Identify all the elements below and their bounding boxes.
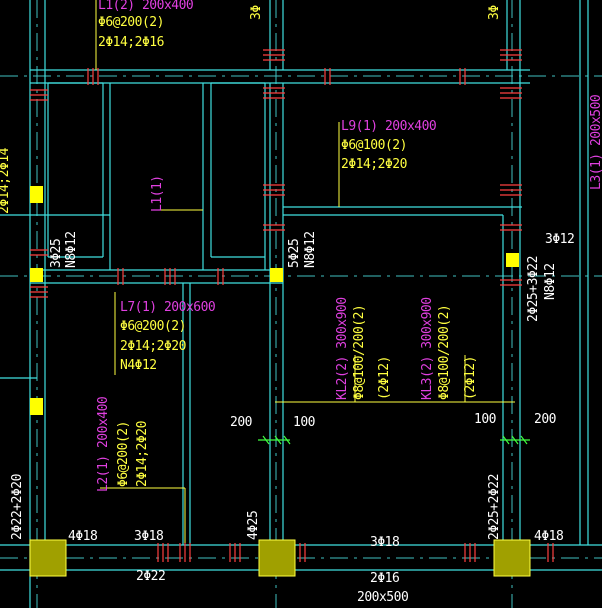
l3-1-edge-name: L3(1) 200x500 bbox=[589, 94, 602, 190]
l7-1-waist: N4Φ12 bbox=[120, 358, 157, 373]
top-mid-clip: 3Φ bbox=[249, 5, 264, 20]
l9-1-stirrup: Φ6@100(2) bbox=[341, 138, 407, 153]
l2-1-name: L2(1) 200x400 bbox=[96, 396, 111, 492]
support-right bbox=[506, 253, 519, 267]
col3-4018: 4Φ18 bbox=[534, 529, 564, 544]
col1-4018: 4Φ18 bbox=[68, 529, 98, 544]
left-col-vertical: 2Φ22+2Φ20 bbox=[10, 474, 25, 540]
left-edge-bars: 2Φ14;2Φ14 bbox=[0, 148, 12, 214]
l1-2-name: L1(2) 200x400 bbox=[98, 0, 194, 13]
col2-4025: 4Φ25 bbox=[246, 510, 261, 540]
column-left bbox=[29, 539, 67, 577]
bottom-2022: 2Φ22 bbox=[136, 569, 166, 584]
left-support-n8: N8Φ12 bbox=[64, 231, 79, 268]
mid-support-n8: N8Φ12 bbox=[303, 231, 318, 268]
dim-100-left: 100 bbox=[293, 415, 315, 430]
column-mid bbox=[258, 539, 296, 577]
l9-1-bars: 2Φ14;2Φ20 bbox=[341, 157, 407, 172]
dim-200-left: 200 bbox=[230, 415, 252, 430]
right-n8: N8Φ12 bbox=[543, 263, 558, 300]
bottom-3018-mid: 3Φ18 bbox=[370, 535, 400, 550]
l7-1-bars: 2Φ14;2Φ20 bbox=[120, 339, 186, 354]
support-left-1 bbox=[30, 186, 43, 203]
bottom-3018-left: 3Φ18 bbox=[134, 529, 164, 544]
support-left-3 bbox=[30, 398, 43, 415]
kl2-2-name: KL2(2) 300x900 bbox=[335, 297, 350, 400]
l7-1-name: L7(1) 200x600 bbox=[120, 300, 216, 315]
cad-drawing bbox=[0, 0, 602, 608]
top-right-clip: 3Φ bbox=[487, 5, 502, 20]
leader-lines bbox=[95, 0, 515, 545]
l7-1-stirrup: Φ6@200(2) bbox=[120, 319, 186, 334]
l2-1-bars: 2Φ14;2Φ20 bbox=[135, 421, 150, 487]
left-support-3025: 3Φ25 bbox=[49, 238, 64, 268]
dim-200-right: 200 bbox=[534, 412, 556, 427]
dim-100-right: 100 bbox=[474, 412, 496, 427]
kl3-2-stirrup: Φ8@100/200(2) bbox=[437, 304, 452, 400]
mid-support-5025: 5Φ25 bbox=[287, 238, 302, 268]
kl3-2-bars: (2Φ12) bbox=[463, 356, 478, 400]
support-left-2 bbox=[30, 268, 43, 282]
dimension-ticks bbox=[258, 435, 530, 445]
axis-lines bbox=[0, 0, 602, 608]
l9-1-name: L9(1) 200x400 bbox=[341, 119, 437, 134]
l1-2-bars: 2Φ14;2Φ16 bbox=[98, 35, 164, 50]
l1-1-name: L1(1) bbox=[150, 175, 165, 212]
kl3-2-name: KL3(2) 300x900 bbox=[420, 297, 435, 400]
kl2-2-bars: (2Φ12) bbox=[377, 356, 392, 400]
l2-1-stirrup: Φ6@200(2) bbox=[116, 421, 131, 487]
bottom-size: 200x500 bbox=[357, 590, 409, 605]
l1-2-stirrup: Φ6@200(2) bbox=[98, 15, 164, 30]
kl2-2-stirrup: Φ8@100/200(2) bbox=[352, 304, 367, 400]
right-3012: 3Φ12 bbox=[545, 232, 575, 247]
support-mid bbox=[270, 268, 283, 282]
right-col-vertical: 2Φ25+2Φ22 bbox=[487, 474, 502, 540]
right-bars: 2Φ25+3Φ22 bbox=[526, 256, 541, 322]
column-right bbox=[493, 539, 531, 577]
bottom-2016: 2Φ16 bbox=[370, 571, 400, 586]
